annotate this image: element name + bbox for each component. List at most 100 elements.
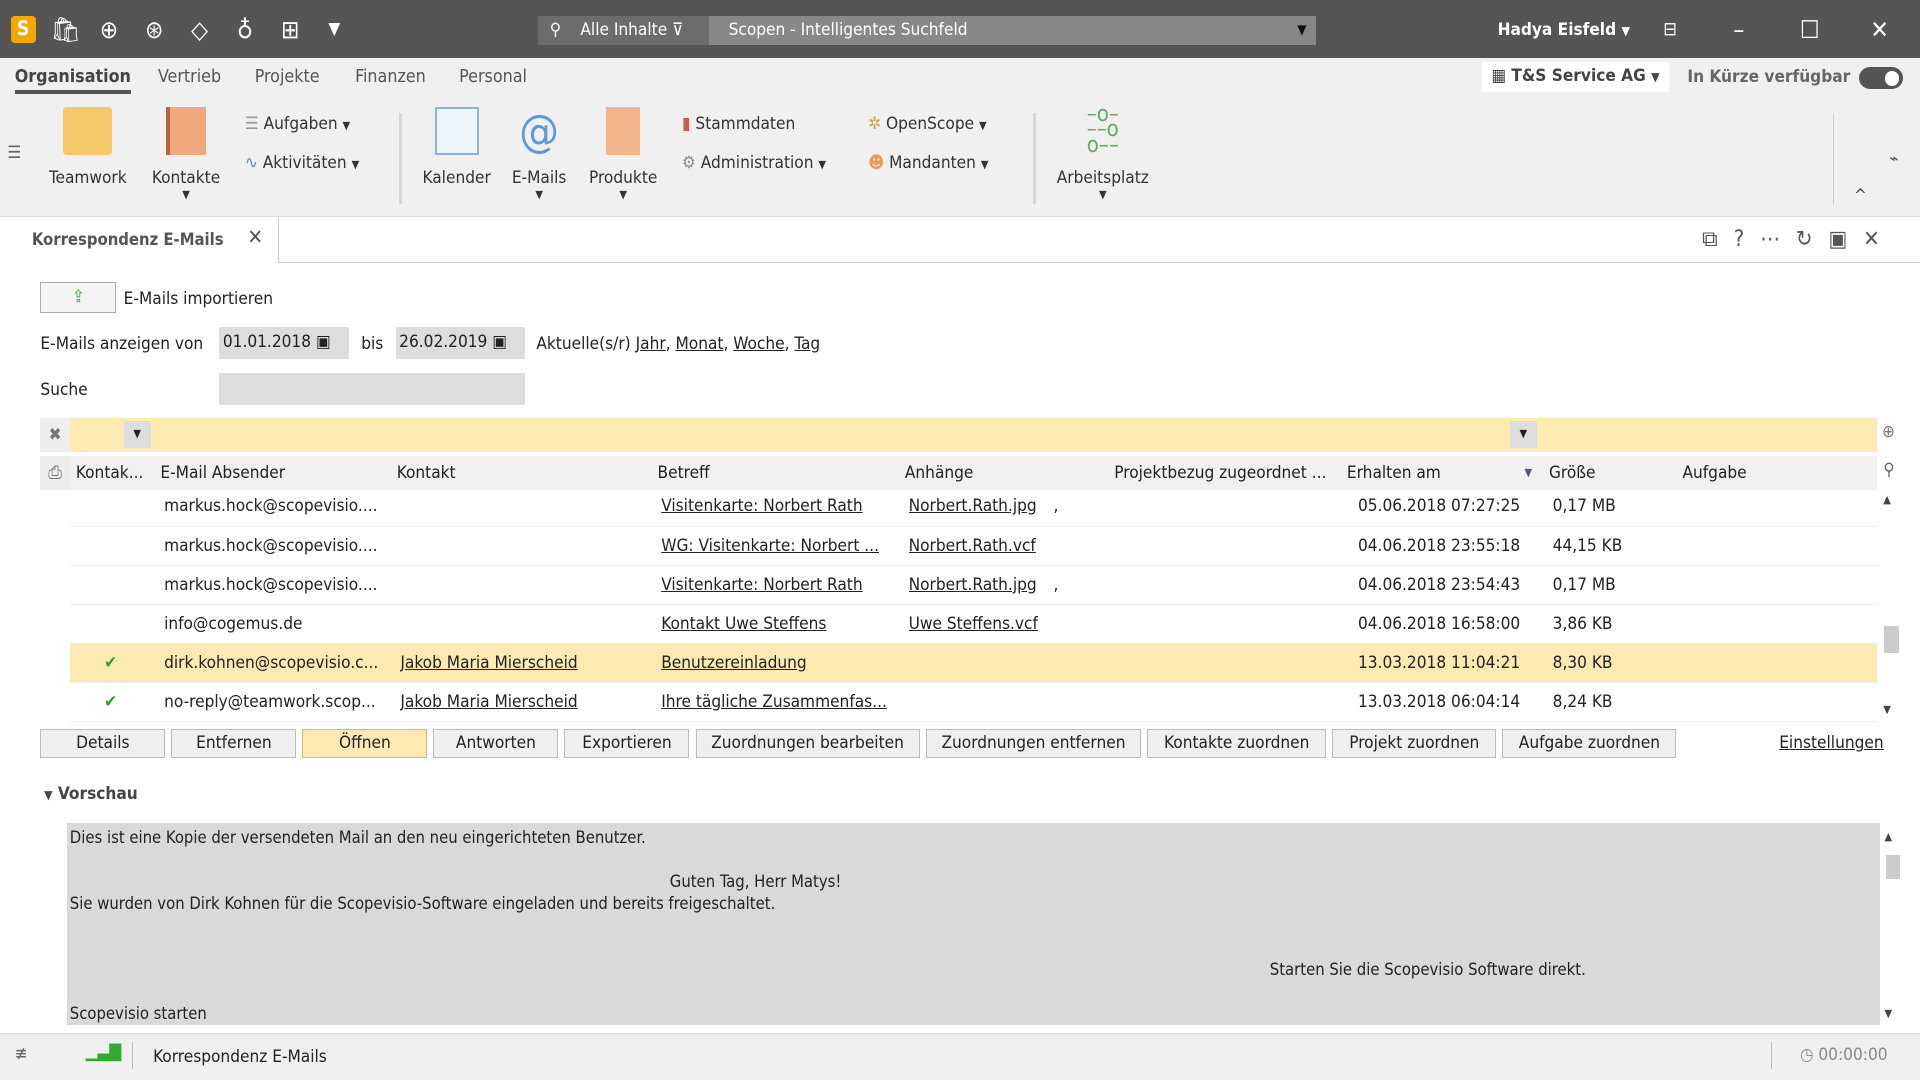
date-from-field[interactable]: 01.01.2018 ▣	[219, 326, 349, 359]
more-dropdown-icon[interactable]: ▼	[320, 15, 349, 44]
preview-link[interactable]: Scopevisio starten	[70, 1004, 207, 1023]
exportieren-button[interactable]: Exportieren	[564, 728, 690, 758]
calendar-icon[interactable]: ▣	[316, 332, 331, 352]
zuordnungen-bearbeiten-button[interactable]: Zuordnungen bearbeiten	[695, 728, 920, 758]
period-woche[interactable]: Woche	[733, 334, 784, 354]
availability-toggle[interactable]	[1858, 67, 1903, 90]
ribbon-produkte[interactable]: Produkte ▼	[589, 106, 657, 201]
öffnen-button[interactable]: Öffnen	[302, 728, 428, 758]
bar-chart-icon[interactable]: ▁▃▇	[86, 1042, 122, 1062]
column-header[interactable]: Kontakt	[397, 456, 456, 490]
filter-dropdown[interactable]: ▼	[123, 421, 151, 449]
tab-organisation[interactable]: Organisation	[14, 67, 131, 94]
settings-link[interactable]: Einstellungen	[1779, 733, 1883, 753]
sidebar-toggle-icon[interactable]: ☰	[7, 143, 21, 163]
ribbon-mandanten[interactable]: ☻ Mandanten ▼	[868, 153, 988, 173]
ribbon-stammdaten[interactable]: ▮ Stammdaten	[682, 114, 795, 134]
column-header[interactable]: Projektbezug zugeordnet ...	[1114, 456, 1326, 490]
cell-attachment[interactable]: Uwe Steffens.vcf	[909, 605, 1038, 644]
save-icon[interactable]: ▣	[1828, 227, 1863, 252]
lightbulb-icon[interactable]: ♁	[230, 15, 259, 44]
column-header[interactable]: Anhänge	[905, 456, 974, 490]
tag-icon[interactable]: ◇	[185, 15, 214, 44]
filter-icon[interactable]: ⊽	[672, 20, 683, 40]
cell-contact[interactable]: Jakob Maria Mierscheid	[400, 644, 577, 683]
search-input[interactable]	[219, 373, 526, 406]
table-row[interactable]: ✔ dirk.kohnen@scopevisio.c... Jakob Maria …	[69, 644, 1878, 684]
tab-korrespondenz[interactable]: Korrespondenz E-Mails ✕	[0, 216, 280, 264]
tab-projekte[interactable]: Projekte	[255, 67, 320, 87]
cell-attachment[interactable]: Norbert.Rath.jpg	[909, 566, 1037, 605]
period-tag[interactable]: Tag	[794, 334, 820, 354]
chevron-down-icon[interactable]: ▼	[1297, 16, 1306, 45]
refresh-icon[interactable]: ↻	[1796, 227, 1829, 252]
antworten-button[interactable]: Antworten	[433, 728, 559, 758]
ribbon-openscope[interactable]: ✲ OpenScope ▼	[868, 114, 986, 134]
collapse-ribbon-icon[interactable]: ^	[1854, 186, 1867, 206]
tab-personal[interactable]: Personal	[459, 67, 527, 87]
ribbon-kontakte[interactable]: Kontakte ▼	[152, 106, 220, 201]
search-scope[interactable]: Alle Inhalte	[580, 20, 667, 40]
table-row[interactable]: markus.hock@scopevisio.... Visitenkarte: …	[69, 487, 1878, 527]
details-button[interactable]: Details	[40, 728, 166, 758]
zuordnungen-entfernen-button[interactable]: Zuordnungen entfernen	[925, 728, 1142, 758]
copy-icon[interactable]: ⧉	[1702, 227, 1734, 252]
ribbon-aufgaben[interactable]: ☰ Aufgaben ▼	[245, 114, 350, 134]
close-tab-icon[interactable]: ✕	[247, 225, 263, 249]
preview-scrollbar[interactable]: ▲ ▼	[1885, 830, 1902, 1020]
ribbon-emails[interactable]: @ E-Mails ▼	[512, 107, 567, 201]
company-selector[interactable]: ▦ T&S Service AG ▼	[1481, 62, 1670, 92]
smart-search-field[interactable]: ⚲ Alle Inhalte ⊽ Scopen - Intelligentes S…	[537, 15, 1317, 46]
table-row[interactable]: markus.hock@scopevisio.... Visitenkarte: …	[69, 566, 1878, 605]
column-header[interactable]: Aufgabe	[1682, 456, 1746, 490]
ribbon-aktivitaeten[interactable]: ∿ Aktivitäten ▼	[245, 153, 359, 173]
cell-subject[interactable]: Visitenkarte: Norbert Rath	[661, 487, 900, 526]
entfernen-button[interactable]: Entfernen	[171, 728, 297, 758]
print-icon[interactable]: ⎙	[40, 455, 70, 490]
period-jahr[interactable]: Jahr	[636, 334, 666, 354]
restore-layout-icon[interactable]: ⊟	[1656, 15, 1685, 44]
close-window-icon[interactable]: ✕	[1865, 15, 1894, 44]
user-menu[interactable]: Hadya Eisfeld ▼	[1498, 20, 1630, 40]
cell-attachment[interactable]: Norbert.Rath.jpg	[909, 487, 1037, 526]
more-icon[interactable]: ⋯	[1760, 227, 1796, 252]
clear-filter-icon[interactable]: ✖	[40, 417, 70, 452]
date-to-field[interactable]: 26.02.2019 ▣	[395, 326, 526, 359]
filter-dropdown[interactable]: ▼	[1509, 421, 1537, 449]
tab-finanzen[interactable]: Finanzen	[355, 67, 426, 87]
add-circle-icon[interactable]: ⊕	[94, 15, 123, 44]
column-header[interactable]: Größe	[1549, 456, 1596, 490]
kontakte-zuordnen-button[interactable]: Kontakte zuordnen	[1147, 728, 1327, 758]
minimize-icon[interactable]: –	[1724, 15, 1753, 44]
ribbon-administration[interactable]: ⚙ Administration ▼	[682, 153, 826, 173]
cell-subject[interactable]: WG: Visitenkarte: Norbert ...	[661, 527, 900, 566]
lifebuoy-icon[interactable]: ⊛	[140, 15, 169, 44]
preview-toggle[interactable]: ▼ Vorschau	[44, 784, 138, 804]
cell-contact[interactable]: Jakob Maria Mierscheid	[400, 683, 577, 722]
cell-attachment[interactable]: Norbert.Rath.vcf	[909, 527, 1036, 566]
cell-subject[interactable]: Benutzereinladung	[661, 644, 900, 683]
cell-subject[interactable]: Kontakt Uwe Steffens	[661, 605, 900, 644]
close-icon[interactable]: ✕	[1863, 227, 1896, 252]
filter-row[interactable]: ▼ ▼	[69, 417, 1878, 452]
ribbon-arbeitsplatz[interactable]: –o– ––o o–– Arbeitsplatz ▼	[1057, 103, 1149, 201]
tab-vertrieb[interactable]: Vertrieb	[158, 67, 221, 87]
new-window-icon[interactable]: ⊞	[276, 15, 305, 44]
cell-subject[interactable]: Visitenkarte: Norbert Rath	[661, 566, 900, 605]
sort-desc-icon[interactable]: ▼	[1524, 456, 1532, 490]
cell-subject[interactable]: Ihre tägliche Zusammenfas...	[661, 683, 900, 722]
column-header[interactable]: E-Mail Absender	[160, 456, 285, 490]
ribbon-kalender[interactable]: Kalender	[422, 106, 491, 188]
table-row[interactable]: markus.hock@scopevisio.... WG: Visitenkar…	[69, 527, 1878, 566]
notes-icon[interactable]: ≢	[15, 1044, 28, 1064]
help-icon[interactable]: ?	[1734, 227, 1760, 252]
pulse-icon[interactable]: ⌁	[1889, 149, 1898, 169]
table-scrollbar[interactable]: ▲ ▼	[1883, 493, 1900, 716]
column-header[interactable]: Kontak...	[76, 456, 144, 490]
shopping-bag-icon[interactable]: 🛍	[50, 15, 81, 44]
maximize-icon[interactable]: ☐	[1795, 15, 1824, 44]
ribbon-teamwork[interactable]: Teamwork	[49, 106, 127, 188]
calendar-icon[interactable]: ▣	[492, 332, 507, 352]
table-row[interactable]: info@cogemus.de Kontakt Uwe Steffens Uwe S…	[69, 605, 1878, 645]
aufgabe-zuordnen-button[interactable]: Aufgabe zuordnen	[1502, 728, 1677, 758]
